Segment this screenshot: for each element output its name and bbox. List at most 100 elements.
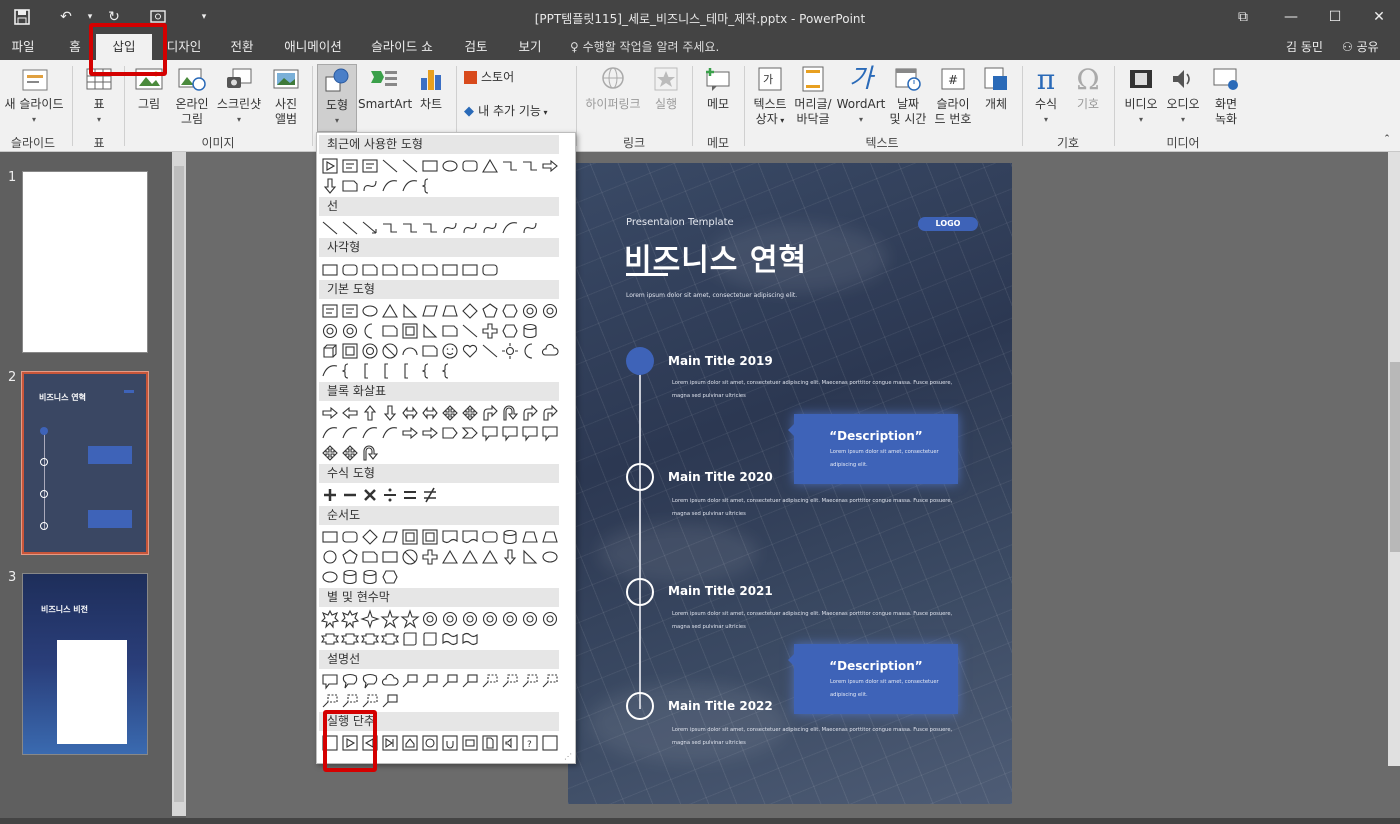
shape-scurve-icon[interactable] [480, 218, 500, 238]
chart-button[interactable]: 차트 [412, 64, 450, 112]
tab-animations[interactable]: 애니메이션 [276, 34, 350, 60]
shape-callborder-icon[interactable] [540, 671, 560, 691]
shape-bracket-icon[interactable] [400, 361, 420, 381]
shape-amovie-icon[interactable] [460, 733, 480, 753]
shape-rect-icon[interactable] [320, 260, 340, 280]
shape-line-icon[interactable] [460, 321, 480, 341]
shape-rect-icon[interactable] [320, 527, 340, 547]
shape-circ-icon[interactable] [320, 547, 340, 567]
shape-curve-icon[interactable] [340, 423, 360, 443]
shape-frame-icon[interactable] [400, 321, 420, 341]
new-slide-button[interactable]: 새 슬라이드 ▾ [0, 64, 68, 127]
tab-view[interactable]: 보기 [508, 34, 552, 60]
shape-frame-icon[interactable] [420, 527, 440, 547]
shape-oval-icon[interactable] [320, 567, 340, 587]
slide-canvas[interactable]: Presentaion Template LOGO 비즈니스 연혁 Lorem … [568, 163, 1012, 804]
shape-callround-icon[interactable] [340, 671, 360, 691]
shape-snip-icon[interactable] [360, 260, 380, 280]
shape-tri-icon[interactable] [380, 301, 400, 321]
shape-callborder-icon[interactable] [480, 671, 500, 691]
shape-elbow-icon[interactable] [400, 218, 420, 238]
shape-scurve-icon[interactable] [440, 218, 460, 238]
shapes-button[interactable]: 도형 ▾ [317, 64, 357, 132]
object-button[interactable]: 개체 [976, 64, 1016, 112]
shape-can-icon[interactable] [340, 567, 360, 587]
shape-aret-icon[interactable] [440, 733, 460, 753]
shape-rarrow-icon[interactable] [400, 423, 420, 443]
shape-sun-icon[interactable] [500, 341, 520, 361]
close-button[interactable]: ✕ [1364, 6, 1394, 28]
header-footer-button[interactable]: 머리글/ 바닥글 [792, 64, 834, 127]
shape-rrect-icon[interactable] [460, 156, 480, 176]
shape-darrow-icon[interactable] [380, 403, 400, 423]
shape-abtn-icon[interactable] [540, 733, 560, 753]
shape-bent-icon[interactable] [540, 403, 560, 423]
slide-number-button[interactable]: # 슬라이 드 번호 [930, 64, 976, 127]
hyperlink-button[interactable]: 하이퍼링크 [582, 64, 644, 112]
shape-callline-icon[interactable] [380, 691, 400, 711]
shape-aplay-icon[interactable] [320, 156, 340, 176]
shape-line-icon[interactable] [400, 156, 420, 176]
shape-callline-icon[interactable] [440, 671, 460, 691]
shape-curve-icon[interactable] [380, 176, 400, 196]
shape-moon-icon[interactable] [360, 321, 380, 341]
shape-callborder-icon[interactable] [500, 671, 520, 691]
tab-slideshow[interactable]: 슬라이드 쇼 [364, 34, 440, 60]
shape-quad-icon[interactable] [460, 403, 480, 423]
shape-oval-icon[interactable] [360, 301, 380, 321]
shape-aend-icon[interactable] [380, 733, 400, 753]
shape-rrect-icon[interactable] [340, 260, 360, 280]
shape-ribbon-icon[interactable] [360, 629, 380, 649]
shape-neq-icon[interactable] [420, 485, 440, 505]
shape-callborder-icon[interactable] [340, 691, 360, 711]
tab-home[interactable]: 홈 [60, 34, 90, 60]
shape-arc-icon[interactable] [400, 341, 420, 361]
shape-line-icon[interactable] [320, 218, 340, 238]
shape-curve-icon[interactable] [360, 423, 380, 443]
date-time-button[interactable]: 날짜 및 시간 [886, 64, 930, 127]
shape-elbow-icon[interactable] [420, 218, 440, 238]
shape-callborder-icon[interactable] [520, 671, 540, 691]
shape-can-icon[interactable] [500, 527, 520, 547]
shape-hex-icon[interactable] [500, 301, 520, 321]
shape-frame-icon[interactable] [340, 341, 360, 361]
scrollbar-thumb[interactable] [174, 166, 184, 802]
shape-bracket-icon[interactable] [360, 361, 380, 381]
shape-callline-icon[interactable] [420, 671, 440, 691]
shape-rarrow-icon[interactable] [540, 156, 560, 176]
shape-seal-icon[interactable] [540, 609, 560, 629]
shape-seal-icon[interactable] [520, 609, 540, 629]
shape-moon-icon[interactable] [520, 341, 540, 361]
shape-curve-icon[interactable] [320, 423, 340, 443]
shape-pent-icon[interactable] [480, 301, 500, 321]
tab-file[interactable]: 파일 [0, 34, 46, 60]
screenshot-button[interactable]: 스크린샷 ▾ [214, 64, 264, 127]
shape-rtri-icon[interactable] [420, 321, 440, 341]
shape-tri-icon[interactable] [480, 547, 500, 567]
shape-cross-icon[interactable] [480, 321, 500, 341]
shape-curve-icon[interactable] [500, 218, 520, 238]
shape-nosym-icon[interactable] [380, 341, 400, 361]
tab-review[interactable]: 검토 [454, 34, 498, 60]
shape-darrow-icon[interactable] [320, 176, 340, 196]
shape-quad-icon[interactable] [340, 443, 360, 463]
slide-scrollbar[interactable] [1388, 152, 1400, 766]
shape-line-icon[interactable] [380, 156, 400, 176]
shape-trap-icon[interactable] [520, 527, 540, 547]
shape-larrow-icon[interactable] [340, 403, 360, 423]
shape-rect-icon[interactable] [420, 156, 440, 176]
shape-callborder-icon[interactable] [360, 691, 380, 711]
shape-brace-icon[interactable] [420, 361, 440, 381]
shape-burst-icon[interactable] [340, 609, 360, 629]
shape-callborder-icon[interactable] [320, 691, 340, 711]
shape-quad-icon[interactable] [440, 403, 460, 423]
shape-brace-icon[interactable] [440, 361, 460, 381]
shape-mult-icon[interactable] [360, 485, 380, 505]
shape-chevron-icon[interactable] [460, 423, 480, 443]
screen-recording-button[interactable]: 화면 녹화 [1206, 64, 1246, 127]
shape-asound-icon[interactable] [500, 733, 520, 753]
shape-seal-icon[interactable] [340, 321, 360, 341]
shape-smile-icon[interactable] [440, 341, 460, 361]
shape-equal-icon[interactable] [400, 485, 420, 505]
shape-rtri-icon[interactable] [520, 547, 540, 567]
